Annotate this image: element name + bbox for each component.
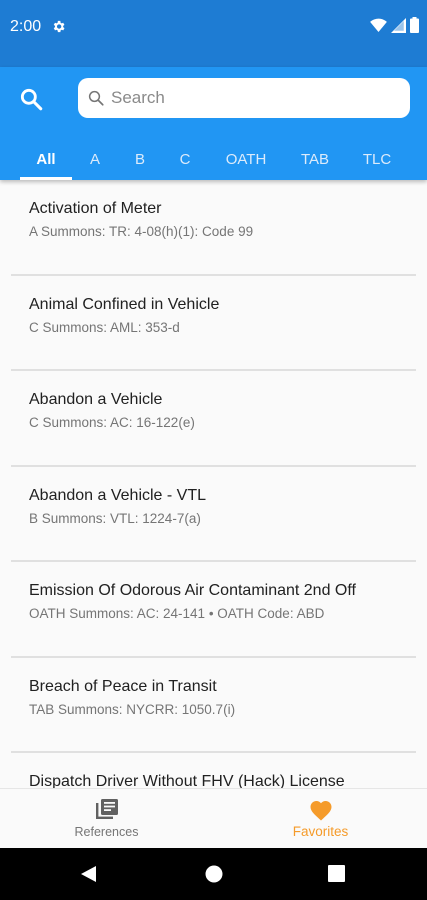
item-title: Emission Of Odorous Air Contaminant 2nd … xyxy=(29,582,356,599)
item-subtitle: A Summons: TR: 4-08(h)(1): Code 99 xyxy=(29,224,254,239)
item-title: Breach of Peace in Transit xyxy=(29,677,217,695)
tab-all[interactable]: All xyxy=(20,139,72,180)
search-input[interactable] xyxy=(111,88,391,108)
battery-icon xyxy=(410,17,419,33)
item-title: Animal Confined in Vehicle xyxy=(29,295,220,313)
search-icon[interactable] xyxy=(18,86,44,112)
item-title: Activation of Meter xyxy=(29,200,162,217)
search-field[interactable] xyxy=(78,78,410,118)
status-bar: 2:00 xyxy=(0,0,427,67)
book-icon xyxy=(95,799,118,819)
nav-references[interactable]: References xyxy=(0,789,213,849)
nav-favorites-label: Favorites xyxy=(292,824,349,839)
home-icon[interactable] xyxy=(205,865,223,883)
signal-icon xyxy=(391,17,406,33)
tab-a[interactable]: A xyxy=(80,139,110,180)
tab-tab[interactable]: TAB xyxy=(292,139,338,180)
nav-references-label: References xyxy=(74,825,139,839)
list-item[interactable]: Abandon a Vehicle C Summons: AC: 16-122(… xyxy=(0,371,427,467)
item-subtitle: TAB Summons: NYCRR: 1050.7(i) xyxy=(29,701,236,717)
item-subtitle: C Summons: AML: 353-d xyxy=(29,319,180,335)
filter-tabs: All A B C OATH TAB TLC xyxy=(0,139,427,180)
tab-tlc[interactable]: TLC xyxy=(357,139,397,180)
item-subtitle: C Summons: AC: 16-122(e) xyxy=(29,415,195,430)
item-title: Abandon a Vehicle - VTL xyxy=(29,486,207,504)
list-item[interactable]: Abandon a Vehicle - VTL B Summons: VTL: … xyxy=(0,467,427,562)
bottom-navigation: References Favorites xyxy=(0,788,427,848)
tab-b[interactable]: B xyxy=(125,139,155,180)
list-item[interactable]: Dispatch Driver Without FHV (Hack) Licen… xyxy=(0,753,427,788)
status-icons xyxy=(370,17,419,33)
tab-c[interactable]: C xyxy=(170,139,200,180)
item-subtitle: B Summons: VTL: 1224-7(a) xyxy=(29,510,201,526)
item-title: Abandon a Vehicle xyxy=(29,391,163,408)
app-bar: All A B C OATH TAB TLC xyxy=(0,67,427,180)
back-icon[interactable] xyxy=(80,865,98,883)
search-icon xyxy=(88,90,104,106)
gear-icon xyxy=(53,20,65,33)
list-item[interactable]: Breach of Peace in Transit TAB Summons: … xyxy=(0,658,427,753)
item-title: Dispatch Driver Without FHV (Hack) Licen… xyxy=(29,773,345,788)
heart-icon xyxy=(310,801,331,821)
recents-icon[interactable] xyxy=(328,865,345,882)
status-time: 2:00 xyxy=(10,18,42,35)
violation-list[interactable]: Activation of Meter A Summons: TR: 4-08(… xyxy=(0,180,427,788)
list-item[interactable]: Activation of Meter A Summons: TR: 4-08(… xyxy=(0,180,427,276)
item-subtitle: OATH Summons: AC: 24-141 • OATH Code: AB… xyxy=(29,606,325,621)
list-item[interactable]: Animal Confined in Vehicle C Summons: AM… xyxy=(0,276,427,371)
list-item[interactable]: Emission Of Odorous Air Contaminant 2nd … xyxy=(0,562,427,658)
system-navigation-bar xyxy=(0,848,427,900)
nav-favorites[interactable]: Favorites xyxy=(214,789,427,849)
wifi-icon xyxy=(370,18,387,32)
tab-oath[interactable]: OATH xyxy=(216,139,276,180)
